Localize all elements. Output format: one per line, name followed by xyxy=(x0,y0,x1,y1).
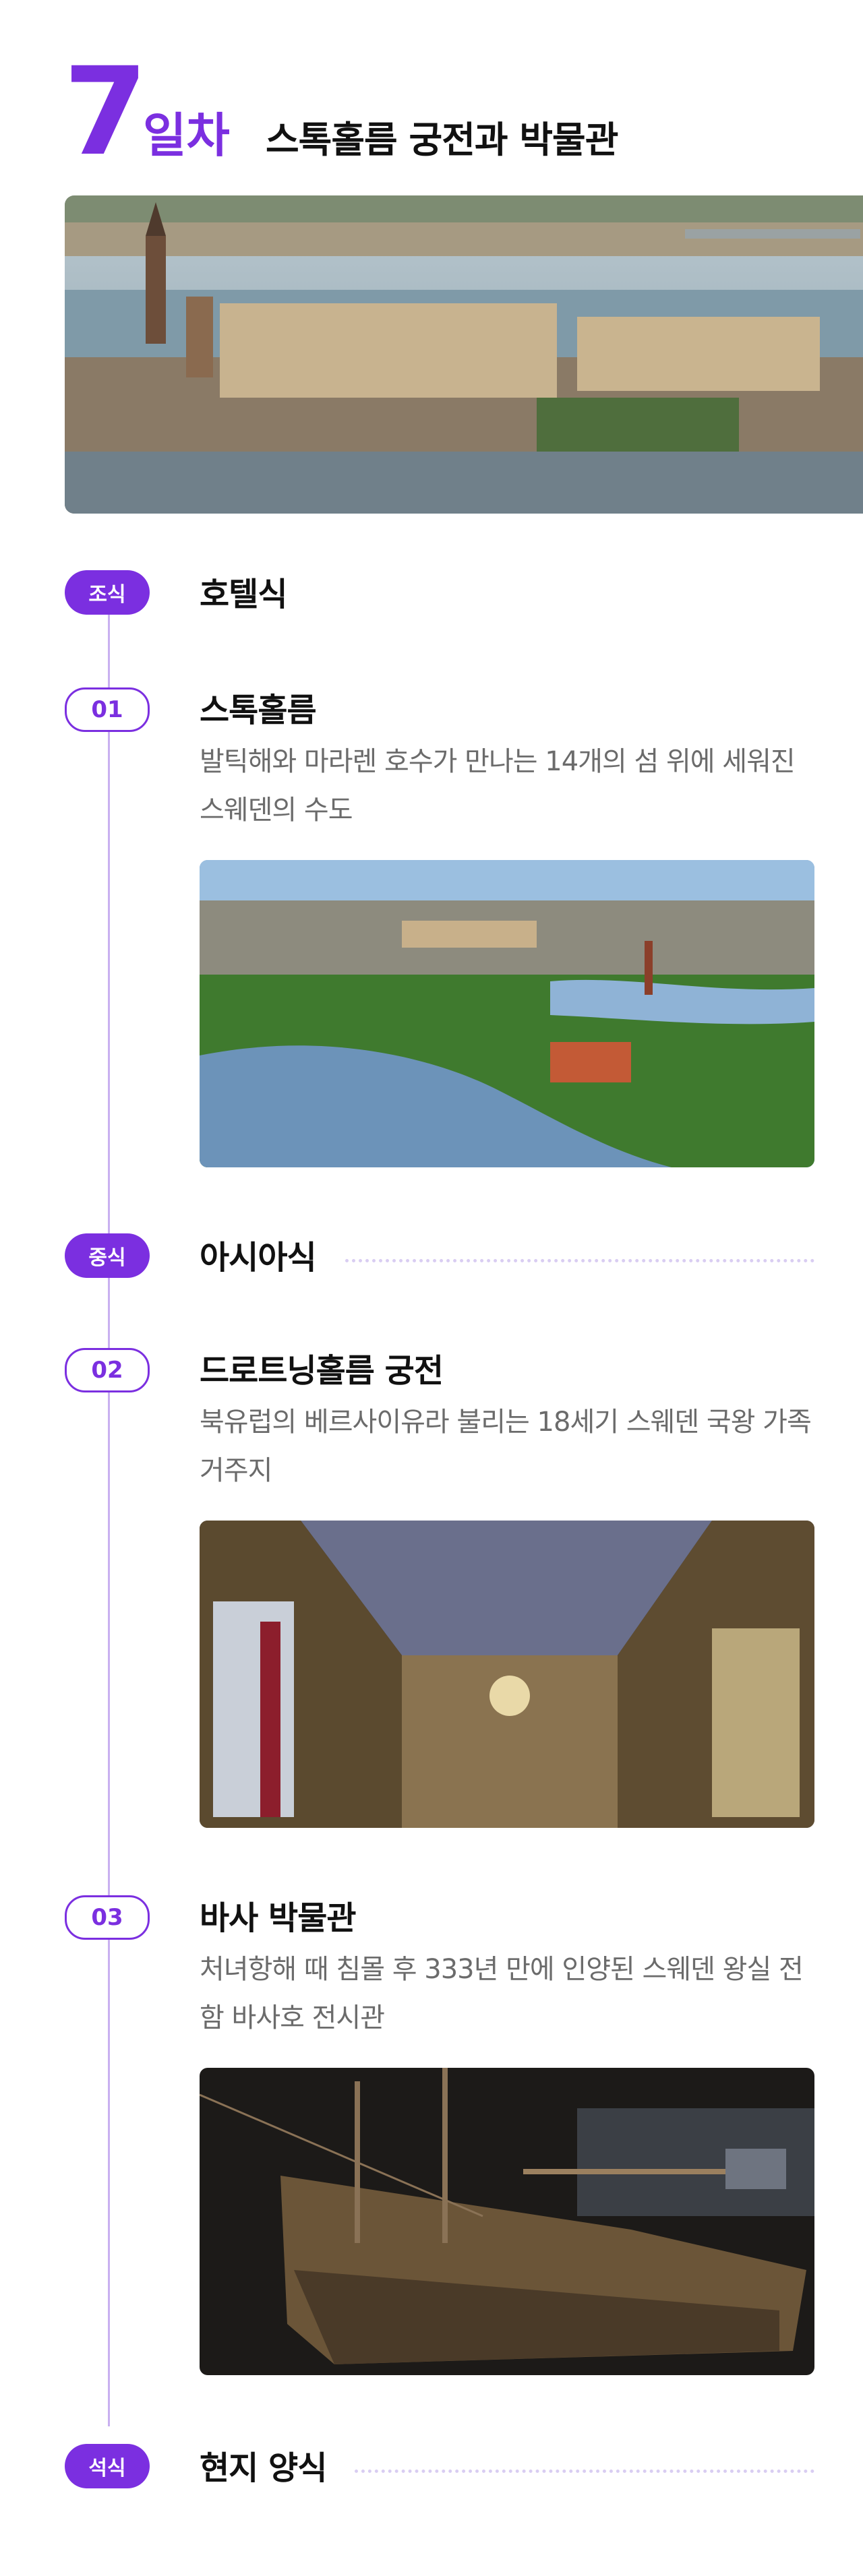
spot-number-badge: 01 xyxy=(65,687,150,732)
spot-number-badge: 03 xyxy=(65,1895,150,1940)
spot-description: 북유럽의 베르사이유라 불리는 18세기 스웨덴 국왕 가족 거주지 xyxy=(200,1407,812,1486)
spot-title: 스톡홀름 xyxy=(200,692,317,729)
timeline-line xyxy=(108,593,110,2426)
spot-number-badge: 02 xyxy=(65,1348,150,1392)
spot-image-vasa xyxy=(200,2068,814,2375)
lunch-value: 아시아식 xyxy=(200,1239,317,1277)
day-label: 일차 xyxy=(143,108,230,163)
day-number: 7 xyxy=(63,42,148,183)
lunch-divider xyxy=(345,1259,814,1262)
lunch-badge: 중식 xyxy=(65,1233,150,1278)
spot-description: 발틱해와 마라렌 호수가 만나는 14개의 섬 위에 세워진 스웨덴의 수도 xyxy=(200,746,796,826)
breakfast-value: 호텔식 xyxy=(200,576,287,613)
dinner-divider xyxy=(355,2470,814,2473)
page-title: 스톡홀름 궁전과 박물관 xyxy=(266,119,618,161)
dinner-value: 현지 양식 xyxy=(200,2449,327,2487)
spot-image-stockholm xyxy=(200,860,814,1167)
dinner-badge: 석식 xyxy=(65,2444,150,2488)
spot-title: 바사 박물관 xyxy=(200,1899,357,1937)
spot-image-drottningholm xyxy=(200,1521,814,1828)
spot-title: 드로트닝홀름 궁전 xyxy=(200,1352,444,1390)
breakfast-badge: 조식 xyxy=(65,570,150,615)
spot-description: 처녀항해 때 침몰 후 333년 만에 인양된 스웨덴 왕실 전함 바사호 전시… xyxy=(200,1954,804,2033)
hero-image xyxy=(65,195,863,514)
